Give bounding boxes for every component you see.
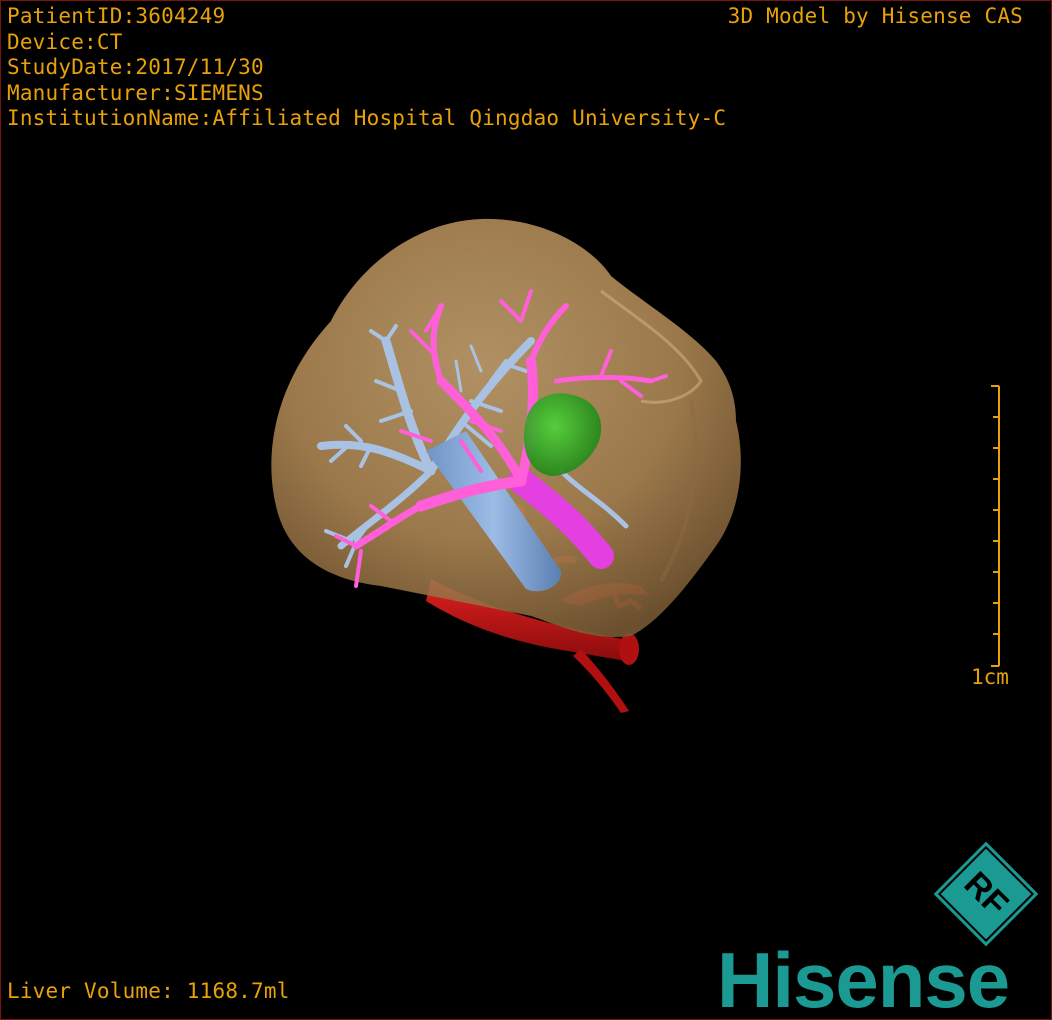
device: Device:CT bbox=[7, 29, 123, 54]
manufacturer: Manufacturer:SIEMENS bbox=[7, 80, 264, 105]
rf-badge-icon: RF bbox=[933, 841, 1039, 947]
study-info: PatientID:3604249 Device:CT StudyDate:20… bbox=[7, 4, 726, 132]
study-date: StudyDate:2017/11/30 bbox=[7, 55, 264, 79]
liver-3d-model[interactable] bbox=[1, 1, 1052, 1020]
hisense-logo: Hisense bbox=[717, 936, 1010, 1020]
patient-id: PatientID:3604249 bbox=[7, 4, 226, 28]
model-credit: 3D Model by Hisense CAS bbox=[727, 4, 1023, 28]
scale-bar bbox=[991, 385, 1000, 667]
institution-name: InstitutionName:Affiliated Hospital Qing… bbox=[7, 106, 727, 130]
liver-volume: Liver Volume: 1168.7ml bbox=[7, 979, 290, 1003]
liver-surface bbox=[271, 218, 741, 637]
3d-viewport[interactable]: PatientID:3604249 Device:CT StudyDate:20… bbox=[0, 0, 1052, 1020]
scale-label: 1cm bbox=[971, 665, 1009, 689]
